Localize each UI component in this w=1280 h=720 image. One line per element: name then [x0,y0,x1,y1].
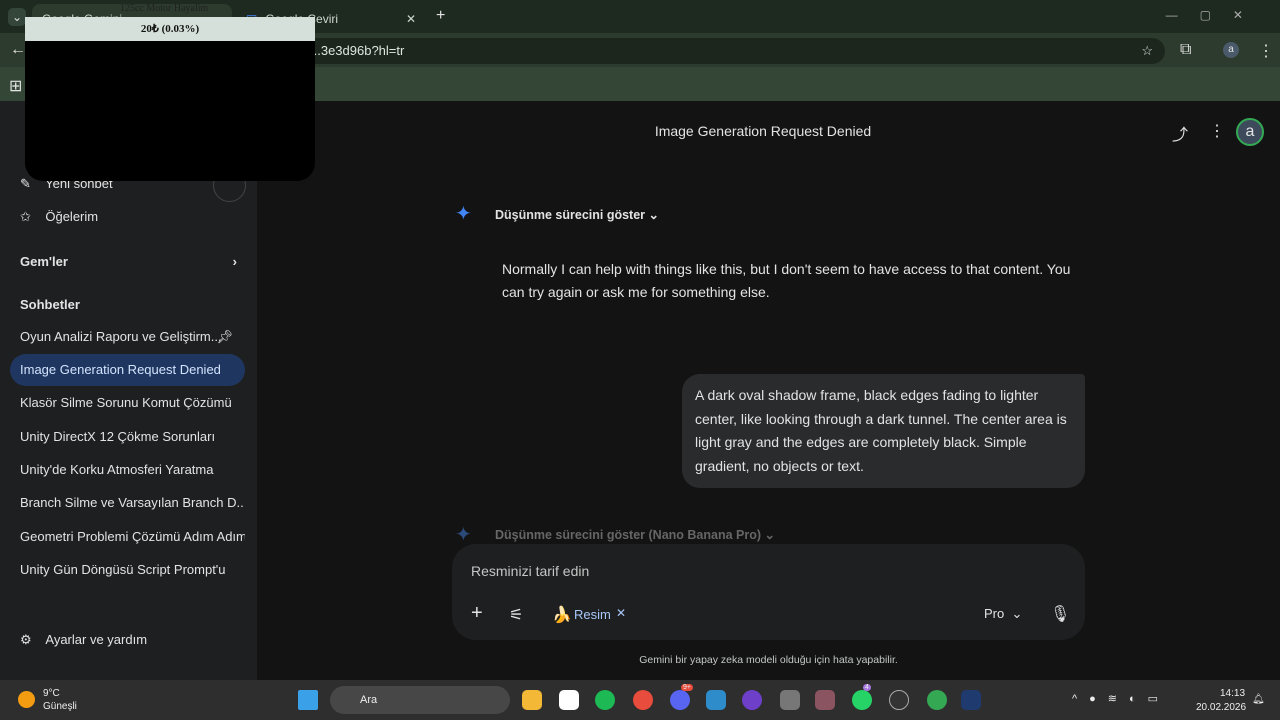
temperature: 9°C [43,688,60,699]
close-tab-icon[interactable]: ✕ [406,12,416,26]
chat-item[interactable]: Oyun Analizi Raporu ve Geliştirm... 📌︎ [10,321,245,353]
image-chip[interactable]: Resim [574,607,611,622]
gemini-spark-icon: ✦ [455,524,472,546]
show-thinking-toggle[interactable]: Düşünme sürecini göster (Nano Banana Pro… [495,527,775,542]
chrome-icon-2[interactable] [927,690,947,710]
chevron-down-icon: ⌄ [648,208,660,222]
overlay-popup: 20₺ (0.03%) 125cc Motor Hayalim [25,3,315,181]
model-selector[interactable]: Pro ⌄ [984,606,1022,622]
taskbar: 9°C Güneşli Ara 9+ 4 ^●≋◐▭ 14:13 20.02.2… [0,680,1280,720]
discord-icon[interactable]: 9+ [670,684,693,710]
items-icon: ✩ [20,209,31,224]
edit-icon: ✎ [20,176,31,191]
spotify-icon[interactable] [595,690,615,710]
prompt-input[interactable]: Resminizi tarif edin [471,563,589,579]
start-button[interactable] [298,690,318,710]
app-icon-2[interactable] [961,690,981,710]
active-app-icon[interactable] [815,690,835,710]
disclaimer: Gemini bir yapay zeka modeli olduğu için… [639,654,898,666]
remove-chip-icon[interactable]: ✕ [616,606,626,620]
chat-item-selected[interactable]: Image Generation Request Denied [10,354,245,386]
gemini-spark-icon: ✦ [455,203,472,225]
overlay-value: 20₺ (0.03%) [25,17,315,41]
chrome-icon[interactable] [633,690,653,710]
profile-avatar[interactable]: a [1223,42,1239,58]
gems-heading[interactable]: Gem'ler › [20,254,237,269]
show-thinking-toggle[interactable]: Düşünme sürecini göster ⌄ [495,207,659,222]
file-explorer-icon[interactable] [522,690,542,710]
pin-icon: 📌︎ [216,329,233,344]
add-icon[interactable]: + [471,602,483,625]
chevron-right-icon: › [232,254,237,269]
weather-text: Güneşli [43,701,77,712]
chat-item[interactable]: Unity DirectX 12 Çökme Sorunları [10,421,245,453]
system-tray[interactable]: ^●≋◐▭ [1072,692,1170,705]
chat-item[interactable]: Unity Gün Döngüsü Script Prompt'u [10,554,245,586]
chat-item[interactable]: Unity'de Korku Atmosferi Yaratma [10,454,245,486]
model-response: Normally I can help with things like thi… [502,261,1071,300]
obs-icon[interactable] [889,690,909,710]
clock-date[interactable]: 20.02.2026 [1196,702,1246,713]
app-icon[interactable] [706,690,726,710]
my-items[interactable]: ✩ Öğelerim [10,201,245,233]
settings-button[interactable]: ⚙ Ayarlar ve yardım [10,624,245,656]
notification-icon[interactable]: 🔔︎ [1252,694,1265,705]
extensions-icon[interactable]: ⧉ [1180,41,1191,59]
menu-icon[interactable]: ⋮ [1258,41,1274,61]
taskbar-search[interactable]: Ara [330,686,510,714]
whatsapp-icon[interactable]: 4 [852,684,872,710]
sidebar: ni ✎ Yeni sohbet ✩ Öğelerim Gem'ler› Soh… [0,101,325,680]
avatar[interactable]: a [1236,118,1264,146]
chat-item[interactable]: Klasör Silme Sorunu Komut Çözümü [10,387,245,419]
unity-icon[interactable] [780,690,800,710]
github-icon[interactable] [742,690,762,710]
chat-item[interactable]: Branch Silme ve Varsayılan Branch D... [10,487,245,519]
store-icon[interactable] [559,690,579,710]
apps-icon[interactable]: ⊞ [9,76,22,96]
back-button[interactable]: ← [10,41,26,59]
chats-heading: Sohbetler [20,297,80,312]
gear-icon: ⚙ [20,632,32,647]
composer: Resminizi tarif edin + ⚟ 🍌 Resim ✕ Pro ⌄… [452,544,1085,640]
page-title: Image Generation Request Denied [654,123,872,139]
bookmark-star-icon[interactable]: ☆ [1141,38,1153,64]
tools-icon[interactable]: ⚟ [509,605,523,625]
chat-main: Image Generation Request Denied ⤴ ⋮ a ✦ … [257,101,1280,680]
share-icon[interactable]: ⤴ [1172,121,1188,145]
new-tab-button[interactable]: + [436,7,445,25]
weather-icon [18,691,35,708]
clock-time[interactable]: 14:13 [1220,688,1245,699]
more-icon[interactable]: ⋮ [1209,121,1225,141]
overlay-tab-label: 125cc Motor Hayalim [120,3,209,14]
banana-icon: 🍌 [552,607,572,624]
tab-list-button[interactable]: ⌄ [8,8,26,26]
mic-icon[interactable]: 🎙︎ [1050,604,1070,624]
window-controls[interactable]: —▢✕ [1166,8,1265,22]
chat-item[interactable]: Geometri Problemi Çözümü Adım Adım [10,521,245,553]
user-message: A dark oval shadow frame, black edges fa… [682,374,1085,488]
